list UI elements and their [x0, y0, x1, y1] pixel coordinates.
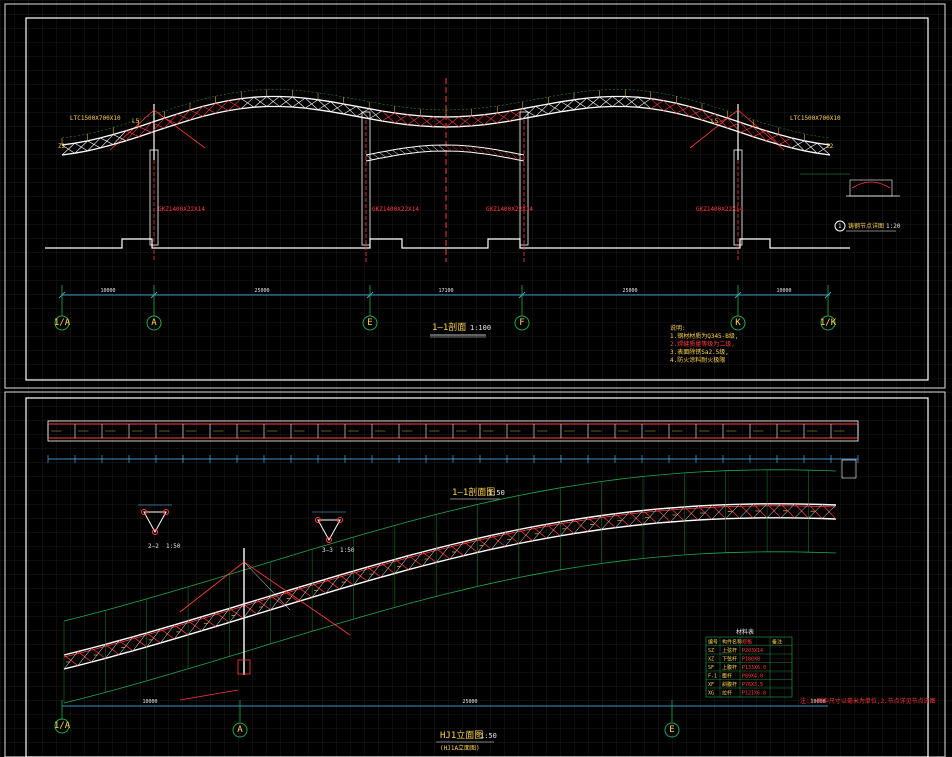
axis-label-k: K [735, 318, 741, 328]
main-title: HJ1立面图 [440, 729, 483, 741]
b-axis-label-1a: 1/A [54, 721, 71, 731]
section-2-label: 2—2 [148, 543, 159, 550]
table-cell: P89X4.0 [742, 673, 763, 679]
section-2-scale: 1:50 [166, 543, 181, 550]
bottom-view-title-scale: 1:50 [488, 489, 505, 497]
table-cell: P133X6.0 [742, 665, 766, 671]
top-view-title: 1—1剖面 [432, 321, 466, 333]
b-axis-label-e: E [669, 725, 674, 735]
note-line-4: 4.防火涂料耐火极限 [670, 356, 725, 364]
member-tag-right-end: LTC1500X700X10 [790, 115, 841, 122]
detail-scale: 1:20 [886, 223, 901, 230]
note-line-3: 3.表面除锈Sa2.5级, [670, 348, 729, 356]
table-cell: F-1 [708, 673, 717, 679]
table-cell: 编号 [708, 638, 718, 645]
table-cell: 规格 [742, 638, 752, 645]
table-cell: SF [708, 665, 714, 671]
table-cell: P121X6.0 [742, 690, 766, 696]
axis-label-a: A [151, 318, 157, 328]
table-cell: P203X14 [742, 648, 763, 654]
table-cell: P76X3.5 [742, 682, 763, 688]
axis-label-1a: 1/A [54, 318, 71, 328]
model-grid [0, 0, 952, 757]
table-cell: 下弦杆 [722, 655, 737, 662]
column-tag-k: GKZ1400X22X14 [696, 206, 743, 213]
section-3-label: 3—3 [322, 547, 333, 554]
table-cell: 拉杆 [722, 689, 732, 696]
detail-number: 1 [838, 223, 842, 230]
b-axis-label-a: A [237, 725, 243, 735]
table-cell: 备注 [772, 638, 782, 645]
column-tag-f: GKZ1400X22X14 [486, 206, 533, 213]
member-tag-left-z2: Z2 [58, 143, 66, 150]
note-line-1: 1.钢材材质为Q345-B级, [670, 332, 739, 340]
top-dim-1: 10000 [100, 288, 115, 294]
table-cell: P180X8 [742, 656, 760, 662]
column-tag-a: GKZ1400X22X14 [158, 206, 205, 213]
cad-drawing-canvas[interactable]: 10000 25000 17100 25000 10000 1/A A E F … [0, 0, 952, 757]
top-dim-2: 25000 [254, 288, 269, 294]
top-dim-3: 17100 [438, 288, 453, 294]
table-cell: 腹杆 [722, 672, 732, 679]
top-dim-4: 25000 [622, 288, 637, 294]
table-cell: XZ [708, 656, 714, 662]
member-tag-left-mast: L5 [132, 118, 140, 125]
section-3-scale: 1:50 [340, 547, 355, 554]
top-view-scale: 1:100 [470, 324, 491, 332]
member-tag-right-z2: Z2 [826, 143, 834, 150]
table-cell: SZ [708, 648, 714, 654]
table-cell: 上弦杆 [722, 647, 737, 654]
main-title-scale: 1:50 [480, 732, 497, 740]
table-cell: 上腹杆 [722, 664, 737, 671]
member-tag-right-mast: L5 [711, 118, 719, 125]
column-tag-e: GKZ1400X22X14 [372, 206, 419, 213]
note-line-0: 说明: [670, 324, 686, 332]
bottom-note: 注:1.图中尺寸以毫米为单位,2.节点详见节点详图 [800, 697, 936, 705]
table-cell: XG [708, 690, 714, 696]
member-tag-left-end: LTC1500X700X10 [70, 115, 121, 122]
bottom-dim-1: 10000 [142, 699, 157, 705]
axis-label-1k: 1/K [820, 318, 837, 328]
bottom-dim-2: 25000 [462, 699, 477, 705]
top-dim-5: 10000 [776, 288, 791, 294]
table-cell: 斜腹杆 [722, 681, 737, 688]
table-cell: XF [708, 682, 714, 688]
table-cell: 构件名称 [722, 638, 742, 645]
note-line-2: 2.焊缝质量等级为二级, [670, 340, 735, 348]
axis-label-e: E [367, 318, 372, 328]
main-subtitle: (HJ1A立面图) [440, 744, 480, 752]
detail-label: 铸钢节点详图 [848, 222, 884, 230]
table-title: 材料表 [736, 628, 754, 636]
axis-label-f: F [519, 318, 524, 328]
